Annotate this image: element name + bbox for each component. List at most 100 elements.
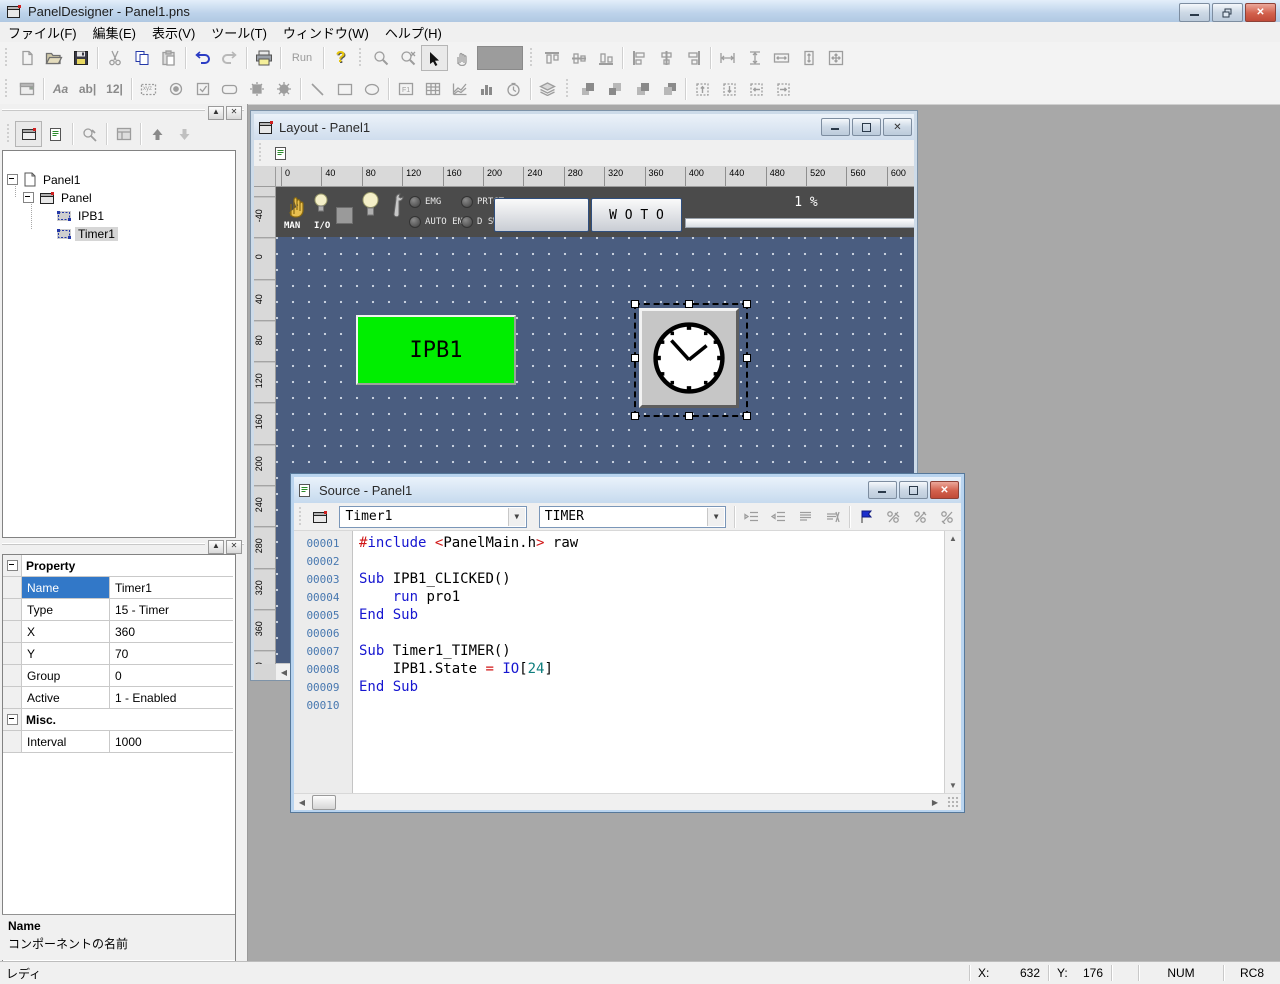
- property-panel-close-button[interactable]: ✕: [226, 540, 242, 554]
- move-up-button[interactable]: [144, 121, 171, 147]
- align-left-button[interactable]: [626, 45, 653, 71]
- window-resize-grip[interactable]: [947, 796, 959, 808]
- toolbar-grip[interactable]: [5, 124, 12, 144]
- toolbar-grip[interactable]: [357, 48, 364, 68]
- property-value[interactable]: 360: [110, 621, 233, 642]
- current-tool-swatch[interactable]: [477, 46, 523, 70]
- line-tool-button[interactable]: [304, 76, 331, 102]
- event-dropdown[interactable]: TIMER ▼: [539, 506, 726, 528]
- radio-tool-button[interactable]: [162, 76, 189, 102]
- step-button[interactable]: [907, 504, 934, 530]
- restore-button[interactable]: [1212, 3, 1243, 22]
- property-row-y[interactable]: Y 70: [3, 643, 233, 665]
- menu-edit[interactable]: 編集(E): [85, 21, 144, 44]
- code-editor[interactable]: 00001#include <PanelMain.h> raw 00002 00…: [294, 531, 961, 793]
- move-down-button[interactable]: [171, 121, 198, 147]
- property-value[interactable]: 15 - Timer: [110, 599, 233, 620]
- source-close-button[interactable]: ✕: [930, 481, 959, 499]
- size-to-grid-left-button[interactable]: [743, 76, 770, 102]
- code-line[interactable]: 00001#include <PanelMain.h> raw: [294, 534, 945, 552]
- toolbar-grip[interactable]: [3, 79, 10, 99]
- resize-handle-nw[interactable]: [631, 300, 639, 308]
- property-label[interactable]: X: [22, 621, 110, 642]
- scroll-left-arrow[interactable]: ◀: [294, 795, 310, 810]
- panel-scope-button[interactable]: [306, 504, 333, 530]
- size-to-grid-right-button[interactable]: [770, 76, 797, 102]
- property-row-type[interactable]: Type 15 - Timer: [3, 599, 233, 621]
- paste-button[interactable]: [155, 45, 182, 71]
- lamp-tool-button[interactable]: [243, 76, 270, 102]
- textbox-tool-button[interactable]: ab|: [74, 76, 101, 102]
- toolbar-grip[interactable]: [3, 48, 10, 68]
- resize-handle-ne[interactable]: [743, 300, 751, 308]
- menu-window[interactable]: ウィンドウ(W): [275, 21, 377, 44]
- layout-minimize-button[interactable]: [821, 118, 850, 136]
- scroll-thumb[interactable]: [312, 795, 336, 810]
- send-backward-button[interactable]: [655, 76, 682, 102]
- property-value[interactable]: 1000: [110, 731, 233, 752]
- scroll-down-arrow[interactable]: ▼: [945, 778, 961, 793]
- zoom-button[interactable]: [367, 45, 394, 71]
- fit-width-button[interactable]: [768, 45, 795, 71]
- resize-handle-s[interactable]: [685, 412, 693, 420]
- size-to-grid-down-button[interactable]: [716, 76, 743, 102]
- numberbox-tool-button[interactable]: 12|: [101, 76, 128, 102]
- bring-to-front-button[interactable]: [574, 76, 601, 102]
- property-section-header[interactable]: Property: [3, 555, 233, 577]
- bring-forward-button[interactable]: [628, 76, 655, 102]
- same-height-button[interactable]: [741, 45, 768, 71]
- same-width-button[interactable]: [714, 45, 741, 71]
- source-horizontal-scrollbar[interactable]: ◀ ▶: [294, 793, 961, 810]
- tree-node-panel1[interactable]: Panel1: [7, 171, 83, 188]
- align-bottom-button[interactable]: [592, 45, 619, 71]
- property-row-name[interactable]: Name Timer1: [3, 577, 233, 599]
- code-line[interactable]: 00006: [294, 624, 945, 642]
- barchart-tool-button[interactable]: [473, 76, 500, 102]
- send-to-back-button[interactable]: [601, 76, 628, 102]
- timer-tool-button[interactable]: [500, 76, 527, 102]
- resize-handle-sw[interactable]: [631, 412, 639, 420]
- label-tool-button[interactable]: Aa: [47, 76, 74, 102]
- property-label-selected[interactable]: Name: [22, 577, 110, 598]
- menu-tools[interactable]: ツール(T): [203, 21, 275, 44]
- toolbar-grip[interactable]: [257, 143, 264, 163]
- property-label[interactable]: Group: [22, 665, 110, 686]
- copy-button[interactable]: [128, 45, 155, 71]
- source-minimize-button[interactable]: [868, 481, 897, 499]
- section-collapse-icon[interactable]: [7, 560, 18, 571]
- property-label[interactable]: Interval: [22, 731, 110, 752]
- checkbox-tool-button[interactable]: [189, 76, 216, 102]
- tree-node-timer1[interactable]: Timer1: [51, 225, 118, 242]
- chevron-down-icon[interactable]: ▼: [707, 508, 724, 526]
- property-row-interval[interactable]: Interval 1000: [3, 731, 233, 753]
- redo-button[interactable]: [216, 45, 243, 71]
- property-panel-grabbar[interactable]: ▲ ✕: [2, 540, 244, 553]
- timer1-component[interactable]: [639, 308, 739, 408]
- format-lines-button[interactable]: [792, 504, 819, 530]
- resize-handle-w[interactable]: [631, 354, 639, 362]
- size-to-grid-up-button[interactable]: [689, 76, 716, 102]
- show-source-button[interactable]: [267, 140, 294, 166]
- chevron-down-icon[interactable]: ▼: [508, 508, 525, 526]
- print-button[interactable]: [250, 45, 277, 71]
- undo-button[interactable]: [189, 45, 216, 71]
- zoom-cancel-button[interactable]: [394, 45, 421, 71]
- rect-tool-button[interactable]: [331, 76, 358, 102]
- fit-height-button[interactable]: [795, 45, 822, 71]
- layout-window-titlebar[interactable]: Layout - Panel1 ✕: [254, 114, 914, 140]
- code-line[interactable]: 00005End Sub: [294, 606, 945, 624]
- property-label[interactable]: Y: [22, 643, 110, 664]
- property-value[interactable]: 0: [110, 665, 233, 686]
- code-line[interactable]: 00010: [294, 696, 945, 714]
- align-right-button[interactable]: [680, 45, 707, 71]
- scroll-right-arrow[interactable]: ▶: [927, 795, 943, 810]
- layout-view-button[interactable]: [15, 121, 42, 147]
- code-line[interactable]: 00008 IPB1.State = IO[24]: [294, 660, 945, 678]
- tree-expander-icon[interactable]: [7, 174, 18, 185]
- property-value[interactable]: 1 - Enabled: [110, 687, 233, 708]
- align-middle-button[interactable]: [565, 45, 592, 71]
- cut-button[interactable]: [101, 45, 128, 71]
- property-section-header-misc[interactable]: Misc.: [3, 709, 233, 731]
- timer1-selection[interactable]: [634, 303, 748, 417]
- code-line[interactable]: 00007Sub Timer1_TIMER(): [294, 642, 945, 660]
